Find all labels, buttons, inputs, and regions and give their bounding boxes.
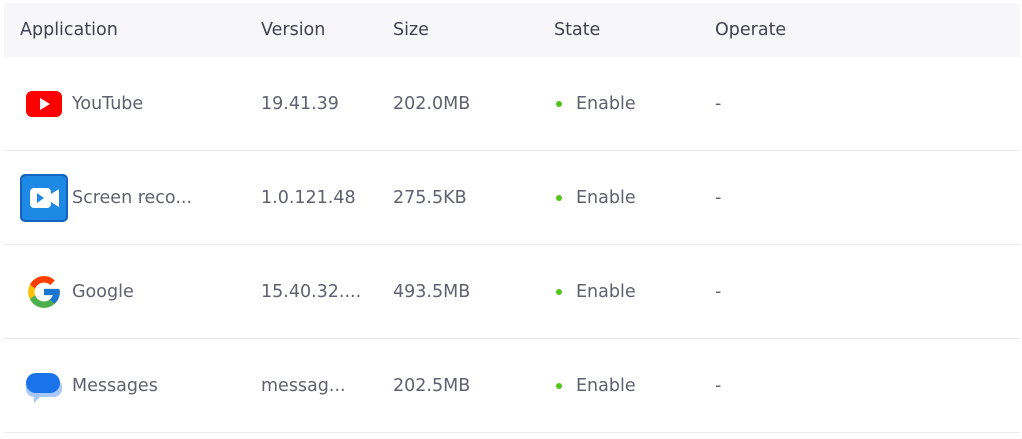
column-header-operate: Operate: [715, 20, 787, 40]
column-header-version[interactable]: Version: [261, 20, 325, 40]
column-header-state[interactable]: State: [554, 20, 600, 40]
status-badge: Enable: [554, 94, 636, 114]
table-row[interactable]: Screen reco... 1.0.121.48 275.5KB Enable…: [4, 151, 1020, 245]
app-version: 19.41.39: [261, 93, 339, 114]
operate-cell: -: [715, 187, 722, 208]
app-name: Screen reco...: [72, 187, 193, 208]
app-name: Google: [72, 281, 134, 302]
column-header-size[interactable]: Size: [393, 20, 429, 40]
app-table: Application Version Size State Operate Y…: [4, 3, 1020, 433]
app-version: 15.40.32....: [261, 281, 362, 302]
table-header: Application Version Size State Operate: [4, 3, 1020, 57]
messages-icon: [20, 362, 68, 410]
table-row[interactable]: YouTube 19.41.39 202.0MB Enable -: [4, 57, 1020, 151]
app-cell: Google: [20, 268, 134, 316]
google-icon: [20, 268, 68, 316]
app-size: 275.5KB: [393, 187, 467, 208]
youtube-icon: [20, 80, 68, 128]
app-version: 1.0.121.48: [261, 187, 356, 208]
screen-recorder-icon: [20, 173, 68, 222]
app-size: 493.5MB: [393, 281, 471, 302]
app-cell: Messages: [20, 362, 158, 410]
app-size: 202.5MB: [393, 375, 471, 396]
app-cell: Screen reco...: [20, 173, 193, 222]
status-dot: [556, 194, 562, 201]
status-badge: Enable: [554, 282, 636, 302]
status-badge: Enable: [554, 376, 636, 396]
app-name: YouTube: [72, 93, 144, 114]
status-dot: [556, 100, 562, 107]
app-size: 202.0MB: [393, 93, 471, 114]
state-label: Enable: [576, 281, 636, 302]
status-dot: [556, 382, 562, 389]
app-cell: YouTube: [20, 80, 143, 128]
app-version: messag...: [261, 375, 346, 396]
operate-cell: -: [715, 93, 722, 114]
app-name: Messages: [72, 375, 158, 396]
state-label: Enable: [576, 93, 636, 114]
column-header-application[interactable]: Application: [20, 20, 118, 40]
table-row[interactable]: Google 15.40.32.... 493.5MB Enable -: [4, 245, 1020, 339]
status-badge: Enable: [554, 188, 636, 208]
operate-cell: -: [715, 281, 722, 302]
table-row[interactable]: Messages messag... 202.5MB Enable -: [4, 339, 1020, 433]
state-label: Enable: [576, 187, 636, 208]
state-label: Enable: [576, 375, 636, 396]
status-dot: [556, 288, 562, 295]
operate-cell: -: [715, 375, 722, 396]
